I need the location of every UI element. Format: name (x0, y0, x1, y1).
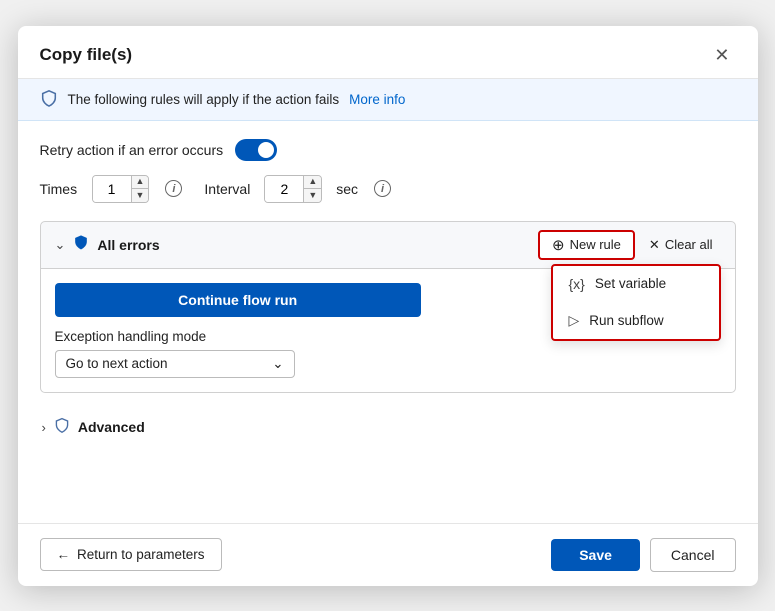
times-info-icon: i (165, 180, 182, 197)
retry-toggle[interactable] (235, 139, 277, 161)
retry-row: Retry action if an error occurs (40, 139, 736, 161)
times-up-arrow[interactable]: ▲ (132, 176, 149, 190)
more-info-link[interactable]: More info (349, 92, 405, 107)
new-rule-button[interactable]: ⊕ New rule (538, 230, 635, 260)
interval-label: Interval (204, 181, 250, 197)
clear-all-button[interactable]: ✕ Clear all (641, 233, 721, 257)
dialog-header: Copy file(s) ✕ (18, 26, 758, 79)
section-title: All errors (97, 237, 159, 253)
dialog-title: Copy file(s) (40, 45, 133, 65)
interval-spinner[interactable]: ▲ ▼ (264, 175, 322, 203)
section-chevron-down[interactable]: ⌄ (55, 237, 66, 253)
interval-input[interactable] (265, 176, 303, 202)
interval-info-icon: i (374, 180, 391, 197)
retry-label: Retry action if an error occurs (40, 142, 224, 158)
run-subflow-icon: ▷ (569, 312, 580, 329)
exception-dropdown-value: Go to next action (66, 356, 168, 371)
times-spinner[interactable]: ▲ ▼ (92, 175, 150, 203)
close-button[interactable]: ✕ (708, 44, 735, 66)
chevron-down-icon: ⌄ (272, 356, 283, 372)
exception-dropdown[interactable]: Go to next action ⌄ (55, 350, 295, 378)
section-bar: ⌄ All errors ⊕ New rule ✕ Clear all (40, 221, 736, 269)
cancel-button[interactable]: Cancel (650, 538, 736, 572)
dialog: Copy file(s) ✕ The following rules will … (18, 26, 758, 586)
save-button[interactable]: Save (551, 539, 640, 571)
run-subflow-item[interactable]: ▷ Run subflow (553, 302, 719, 339)
advanced-shield-icon (54, 417, 70, 438)
continue-flow-run-button[interactable]: Continue flow run (55, 283, 421, 317)
run-subflow-label: Run subflow (589, 313, 663, 328)
set-variable-label: Set variable (595, 276, 666, 291)
new-rule-label: New rule (570, 237, 621, 252)
set-variable-icon: {x} (569, 276, 585, 292)
return-label: Return to parameters (77, 547, 205, 562)
sec-label: sec (336, 181, 358, 197)
section-actions: ⊕ New rule ✕ Clear all {x} Set variable … (538, 230, 720, 260)
interval-down-arrow[interactable]: ▼ (304, 189, 321, 202)
plus-icon: ⊕ (552, 236, 565, 254)
set-variable-item[interactable]: {x} Set variable (553, 266, 719, 302)
left-arrow-icon: ← (57, 547, 71, 562)
dialog-body: Retry action if an error occurs Times ▲ … (18, 121, 758, 523)
info-banner-text: The following rules will apply if the ac… (68, 92, 340, 107)
shield-sm-icon (73, 234, 89, 255)
times-row: Times ▲ ▼ i Interval ▲ ▼ sec i (40, 175, 736, 203)
clear-all-label: Clear all (665, 237, 713, 252)
interval-up-arrow[interactable]: ▲ (304, 176, 321, 190)
x-icon: ✕ (649, 237, 660, 253)
dialog-footer: ← Return to parameters Save Cancel (18, 523, 758, 586)
times-label: Times (40, 181, 78, 197)
info-banner: The following rules will apply if the ac… (18, 79, 758, 121)
advanced-row[interactable]: › Advanced (40, 407, 736, 444)
times-input[interactable] (93, 176, 131, 202)
advanced-label: Advanced (78, 419, 145, 435)
shield-icon (40, 89, 58, 110)
times-down-arrow[interactable]: ▼ (132, 189, 149, 202)
return-to-parameters-button[interactable]: ← Return to parameters (40, 538, 222, 571)
new-rule-dropdown: {x} Set variable ▷ Run subflow (551, 264, 721, 341)
advanced-chevron-right: › (42, 420, 46, 435)
